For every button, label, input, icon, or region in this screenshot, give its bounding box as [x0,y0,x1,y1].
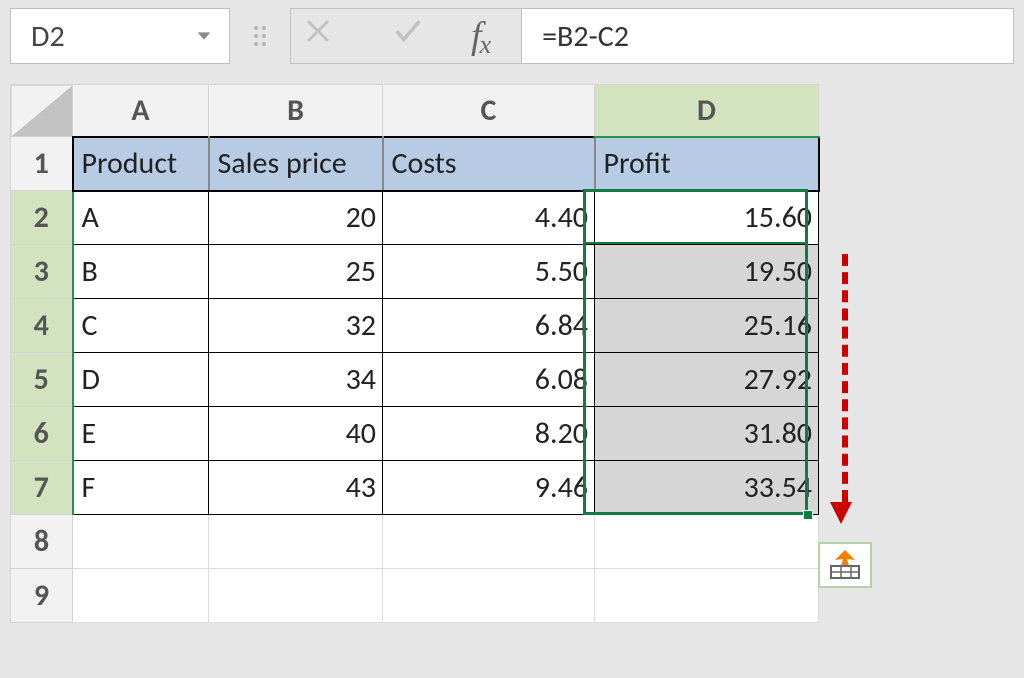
column-header-A[interactable]: A [73,85,209,137]
row-header-6[interactable]: 6 [11,407,73,461]
table-row: 6 E 40 8.20 31.80 [11,407,819,461]
cell-B7[interactable]: 43 [209,461,383,515]
annotation-arrow-head-icon [830,502,852,524]
cell-C8[interactable] [383,515,595,569]
table-row: 8 [11,515,819,569]
column-header-row: A B C D [11,85,819,137]
formula-input[interactable]: =B2-C2 [521,8,1014,64]
cell-D1[interactable]: Profit [595,137,819,191]
cell-C9[interactable] [383,569,595,623]
cell-D8[interactable] [595,515,819,569]
formula-tools: fx [290,8,521,64]
row-header-7[interactable]: 7 [11,461,73,515]
table-row: 1 Product Sales price Costs Profit [11,137,819,191]
cell-D4[interactable]: 25.16 [595,299,819,353]
cell-C2[interactable]: 4.40 [383,191,595,245]
cell-D6[interactable]: 31.80 [595,407,819,461]
formula-value: =B2-C2 [542,18,629,55]
cell-C5[interactable]: 6.08 [383,353,595,407]
fx-icon[interactable]: fx [471,14,511,58]
cell-A9[interactable] [73,569,209,623]
name-box-value: D2 [31,18,65,55]
cell-C6[interactable]: 8.20 [383,407,595,461]
cell-B4[interactable]: 32 [209,299,383,353]
cell-A3[interactable]: B [73,245,209,299]
cell-C1[interactable]: Costs [383,137,595,191]
cell-A5[interactable]: D [73,353,209,407]
cell-B6[interactable]: 40 [209,407,383,461]
table-row: 7 F 43 9.46 33.54 [11,461,819,515]
cell-A2[interactable]: A [73,191,209,245]
row-header-4[interactable]: 4 [11,299,73,353]
table-row: 4 C 32 6.84 25.16 [11,299,819,353]
cell-D7[interactable]: 33.54 [595,461,819,515]
cell-B1[interactable]: Sales price [209,137,383,191]
column-header-C[interactable]: C [383,85,595,137]
cell-B9[interactable] [209,569,383,623]
formula-bar: D2 fx =B2-C2 [0,0,1024,84]
cell-A1[interactable]: Product [73,137,209,191]
cell-D3[interactable]: 19.50 [595,245,819,299]
cell-D2[interactable]: 15.60 [595,191,819,245]
cell-B5[interactable]: 34 [209,353,383,407]
annotation-arrow [838,254,848,502]
table-row: 5 D 34 6.08 27.92 [11,353,819,407]
name-box[interactable]: D2 [10,8,230,64]
autofill-options-button[interactable] [818,542,872,588]
cell-B2[interactable]: 20 [209,191,383,245]
spreadsheet-grid: A B C D 1 Product Sales price Costs Prof… [0,84,1024,623]
cell-A8[interactable] [73,515,209,569]
row-header-2[interactable]: 2 [11,191,73,245]
row-header-9[interactable]: 9 [11,569,73,623]
fill-handle[interactable] [803,510,813,520]
autofill-options-icon [825,548,865,582]
row-header-1[interactable]: 1 [11,137,73,191]
cell-D9[interactable] [595,569,819,623]
resize-grip-icon[interactable] [254,26,266,46]
cancel-x-icon[interactable] [291,14,345,58]
row-header-5[interactable]: 5 [11,353,73,407]
cell-A7[interactable]: F [73,461,209,515]
enter-check-icon[interactable] [381,14,435,58]
column-header-B[interactable]: B [209,85,383,137]
name-box-dropdown-icon[interactable] [185,25,215,47]
cell-A6[interactable]: E [73,407,209,461]
selection-active-divider [586,242,805,244]
table-row: 9 [11,569,819,623]
grid-table: A B C D 1 Product Sales price Costs Prof… [10,84,820,623]
select-all-corner[interactable] [11,85,73,137]
cell-A4[interactable]: C [73,299,209,353]
row-header-3[interactable]: 3 [11,245,73,299]
cell-C4[interactable]: 6.84 [383,299,595,353]
cell-C7[interactable]: 9.46 [383,461,595,515]
column-header-D[interactable]: D [595,85,819,137]
cell-B3[interactable]: 25 [209,245,383,299]
cell-D5[interactable]: 27.92 [595,353,819,407]
cell-C3[interactable]: 5.50 [383,245,595,299]
cell-B8[interactable] [209,515,383,569]
table-row: 3 B 25 5.50 19.50 [11,245,819,299]
table-row: 2 A 20 4.40 15.60 [11,191,819,245]
row-header-8[interactable]: 8 [11,515,73,569]
